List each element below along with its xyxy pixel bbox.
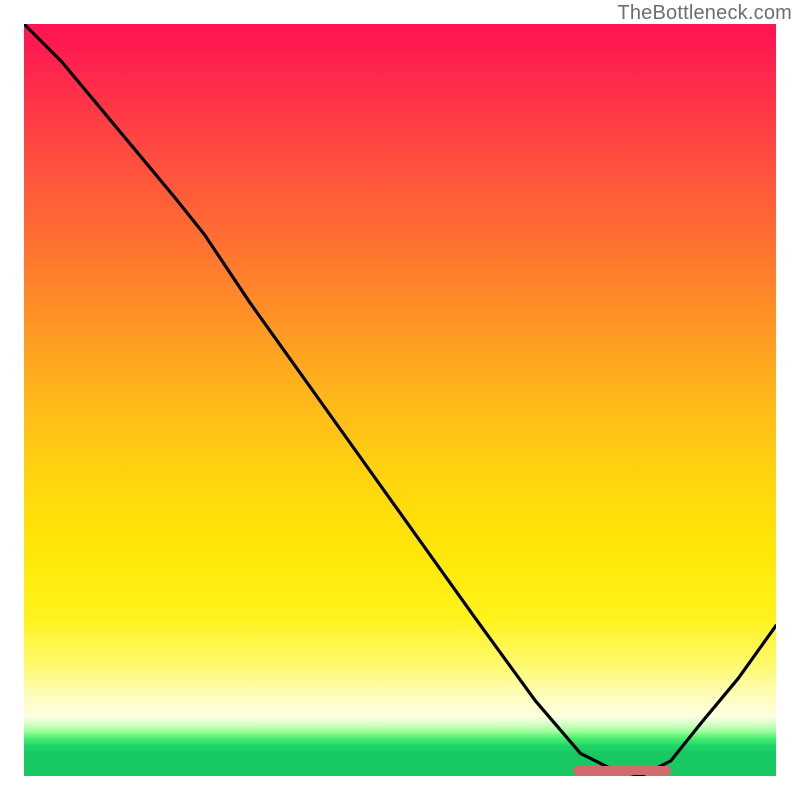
- curve-svg: [24, 24, 776, 776]
- plot-area: [24, 24, 776, 776]
- curve-path: [24, 24, 776, 776]
- chart-container: TheBottleneck.com: [0, 0, 800, 800]
- watermark-text: TheBottleneck.com: [617, 2, 792, 25]
- bottleneck-marker: [573, 766, 671, 775]
